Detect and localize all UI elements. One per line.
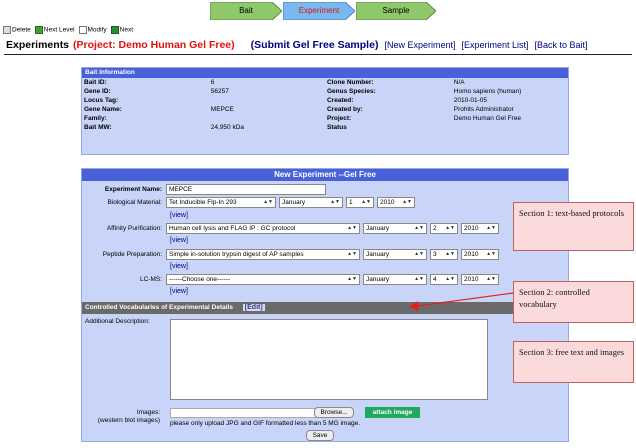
callout-section-1: Section 1: text-based protocols — [513, 202, 634, 251]
callout-section-2: Section 2: controlled vocabulary — [513, 281, 634, 323]
callout-section-3: Section 3: free text and images — [513, 341, 634, 383]
